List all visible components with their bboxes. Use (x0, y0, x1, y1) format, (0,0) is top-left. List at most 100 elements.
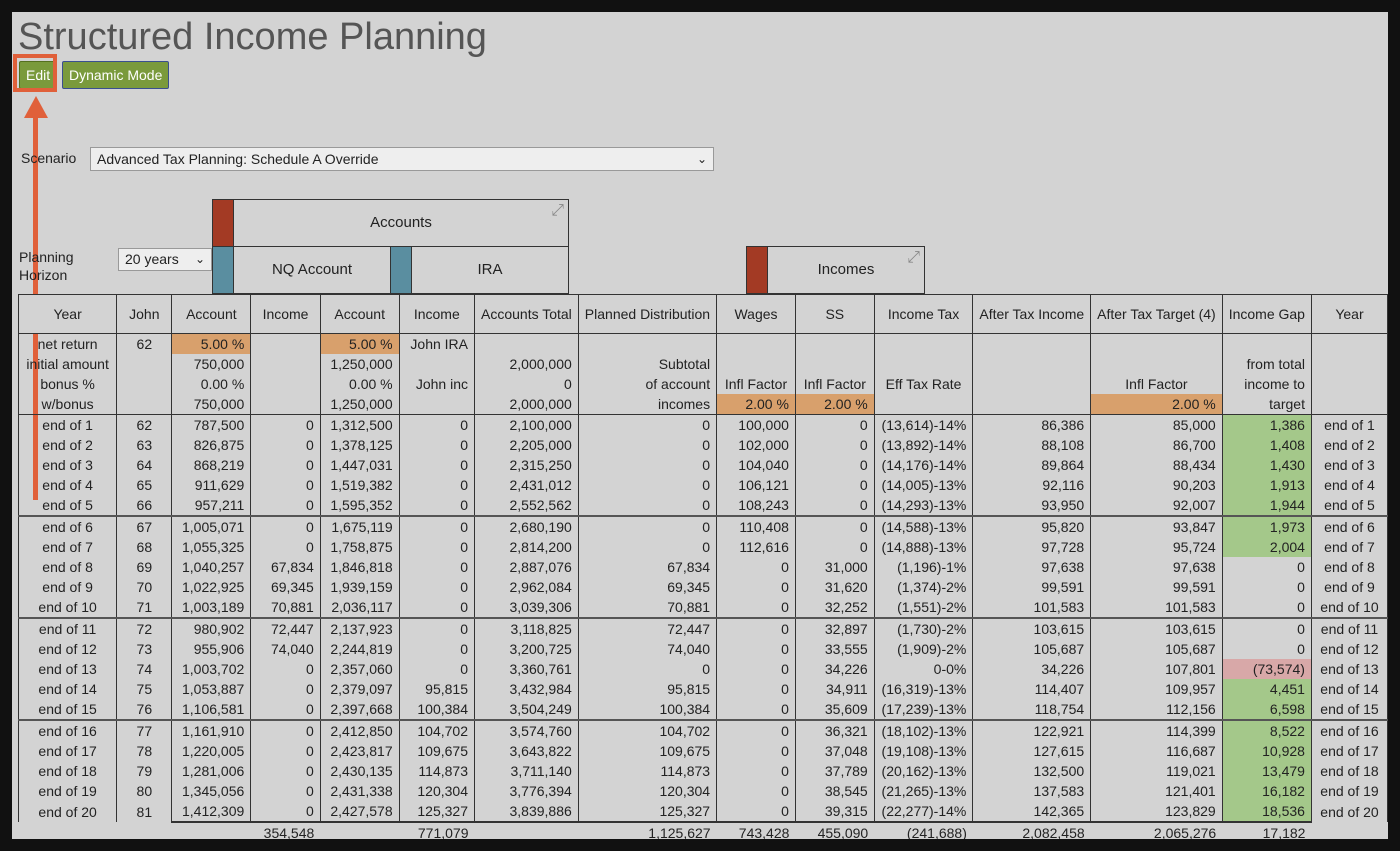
grid-cell: end of 5 (17, 495, 117, 516)
grid-cell: (1,730)-2% (873, 617, 973, 639)
table-row: end of 6 67 1,005,071 0 1,675,119 0 2,680,190 0… (17, 515, 1388, 537)
grid-cell: 2,431,012 (474, 475, 579, 495)
column-header: Income (398, 294, 476, 334)
grid-cell: 110,408 (716, 515, 796, 537)
grid-cell: 69,345 (577, 577, 717, 597)
grid-cell (250, 354, 321, 374)
planning-horizon-select[interactable]: 20 years ⌄ (118, 248, 212, 271)
grid-cell: 93,847 (1090, 515, 1223, 537)
grid-cell: Infl Factor (716, 374, 796, 394)
grid-cell: 1,408 (1221, 435, 1312, 455)
grid-cell: 1,447,031 (319, 455, 400, 475)
grid-cell: target (1221, 394, 1312, 415)
grid-cell: 2,814,200 (474, 537, 579, 557)
grid-cell: 70,881 (577, 597, 717, 618)
grid-cell: 0 (716, 639, 796, 659)
app-frame: Structured Income Planning Edit Dynamic … (12, 12, 1388, 839)
grid-cell: 92,116 (972, 475, 1091, 495)
grid-cell (577, 333, 717, 354)
nq-account-color-swatch (212, 246, 234, 294)
collapse-icon[interactable]: ⤢ (551, 203, 564, 219)
grid-cell: end of 12 (1310, 639, 1388, 659)
grid-cell: 1,055,325 (171, 537, 251, 557)
grid-cell: end of 2 (1310, 435, 1388, 455)
grid-cell: 2,000,000 (474, 354, 579, 374)
grid-cell: (17,239)-13% (873, 699, 973, 720)
grid-cell: 31,620 (794, 577, 875, 597)
grid-cell: 1,675,119 (319, 515, 400, 537)
grid-cell: 0 (716, 659, 796, 679)
grid-cell: 95,820 (972, 515, 1091, 537)
grid-cell: from total (1221, 354, 1312, 374)
grid-cell: end of 4 (17, 475, 117, 495)
grid-cell: 0 (577, 414, 717, 435)
grid-cell: 1,040,257 (171, 557, 251, 577)
grid-cell: 105,687 (1090, 639, 1223, 659)
grid-cell: 2,962,084 (474, 577, 579, 597)
grid-cell: (14,005)-13% (873, 475, 973, 495)
scenario-value: Advanced Tax Planning: Schedule A Overri… (97, 151, 379, 167)
grid-cell: 2,427,578 (319, 801, 400, 822)
rate-input-cell[interactable]: 5.00 % (319, 333, 400, 354)
grid-cell: 114,873 (577, 761, 717, 781)
grid-cell: end of 10 (17, 597, 117, 618)
total-cell: 17,182 (1222, 821, 1312, 839)
total-cell: 455,090 (795, 821, 875, 839)
grid-cell (873, 394, 973, 415)
grid-cell: 2,137,923 (319, 617, 400, 639)
grid-cell: 104,702 (577, 719, 717, 741)
incomes-group-header: Incomes ⤢ (767, 246, 925, 294)
grid-cell (794, 333, 875, 354)
grid-cell: 0 (577, 659, 717, 679)
column-header: Account (319, 294, 400, 334)
total-cell: 771,079 (399, 821, 475, 839)
planning-horizon-value: 20 years (125, 251, 179, 267)
grid-cell: incomes (577, 394, 717, 415)
grid-cell: 112,156 (1090, 699, 1223, 720)
grid-cell (116, 374, 172, 394)
grid-cell: 826,875 (171, 435, 251, 455)
grid-cell: 1,250,000 (319, 394, 400, 415)
grid-cell (398, 394, 475, 415)
scenario-select[interactable]: Advanced Tax Planning: Schedule A Overri… (90, 147, 714, 171)
rate-input-cell[interactable]: 2.00 % (1090, 394, 1223, 415)
grid-cell (1310, 354, 1388, 374)
grid-cell: 0 (716, 801, 796, 822)
grid-cell: (14,588)-13% (873, 515, 973, 537)
grid-cell: 0 (398, 639, 475, 659)
parameter-row: w/bonus 750,000 1,250,000 2,000,000 incomes 2… (17, 394, 1388, 415)
table-row: end of 18 79 1,281,006 0 2,430,135 114,873 3,7… (17, 761, 1388, 781)
collapse-icon[interactable]: ⤢ (907, 250, 920, 266)
rate-input-cell[interactable]: 2.00 % (794, 394, 875, 415)
rate-input-cell[interactable]: 5.00 % (171, 333, 251, 354)
grid-cell: 74 (116, 659, 172, 679)
grid-cell: end of 2 (17, 435, 117, 455)
total-cell: 354,548 (250, 821, 321, 839)
grid-cell: 67,834 (577, 557, 717, 577)
grid-cell: 125,327 (577, 801, 717, 822)
grid-cell: 75 (116, 679, 172, 699)
grid-cell: 1,220,005 (171, 741, 251, 761)
rate-input-cell[interactable]: 2.00 % (716, 394, 796, 415)
total-cell: 743,428 (716, 821, 796, 839)
grid-cell: (21,265)-13% (873, 781, 973, 801)
grid-cell: 106,121 (716, 475, 796, 495)
grid-cell: 67 (116, 515, 172, 537)
grid-cell: (73,574) (1221, 659, 1312, 679)
grid-cell: 0 (577, 475, 717, 495)
grid-cell: of account (577, 374, 717, 394)
grid-cell: 63 (116, 435, 172, 455)
grid-cell: 2,036,117 (319, 597, 400, 618)
grid-cell: 120,304 (577, 781, 717, 801)
grid-cell: 957,211 (171, 495, 251, 516)
grid-cell: 116,687 (1090, 741, 1223, 761)
dynamic-mode-button[interactable]: Dynamic Mode (62, 61, 170, 89)
grid-cell: 0.00 % (171, 374, 251, 394)
grid-cell: 0-0% (873, 659, 973, 679)
grid-cell: 112,616 (716, 537, 796, 557)
grid-cell: 86,700 (1090, 435, 1223, 455)
grid-cell: 123,829 (1090, 801, 1223, 822)
total-cell (474, 821, 579, 839)
grid-cell: 0 (1221, 639, 1312, 659)
grid-cell: 0 (250, 761, 321, 781)
